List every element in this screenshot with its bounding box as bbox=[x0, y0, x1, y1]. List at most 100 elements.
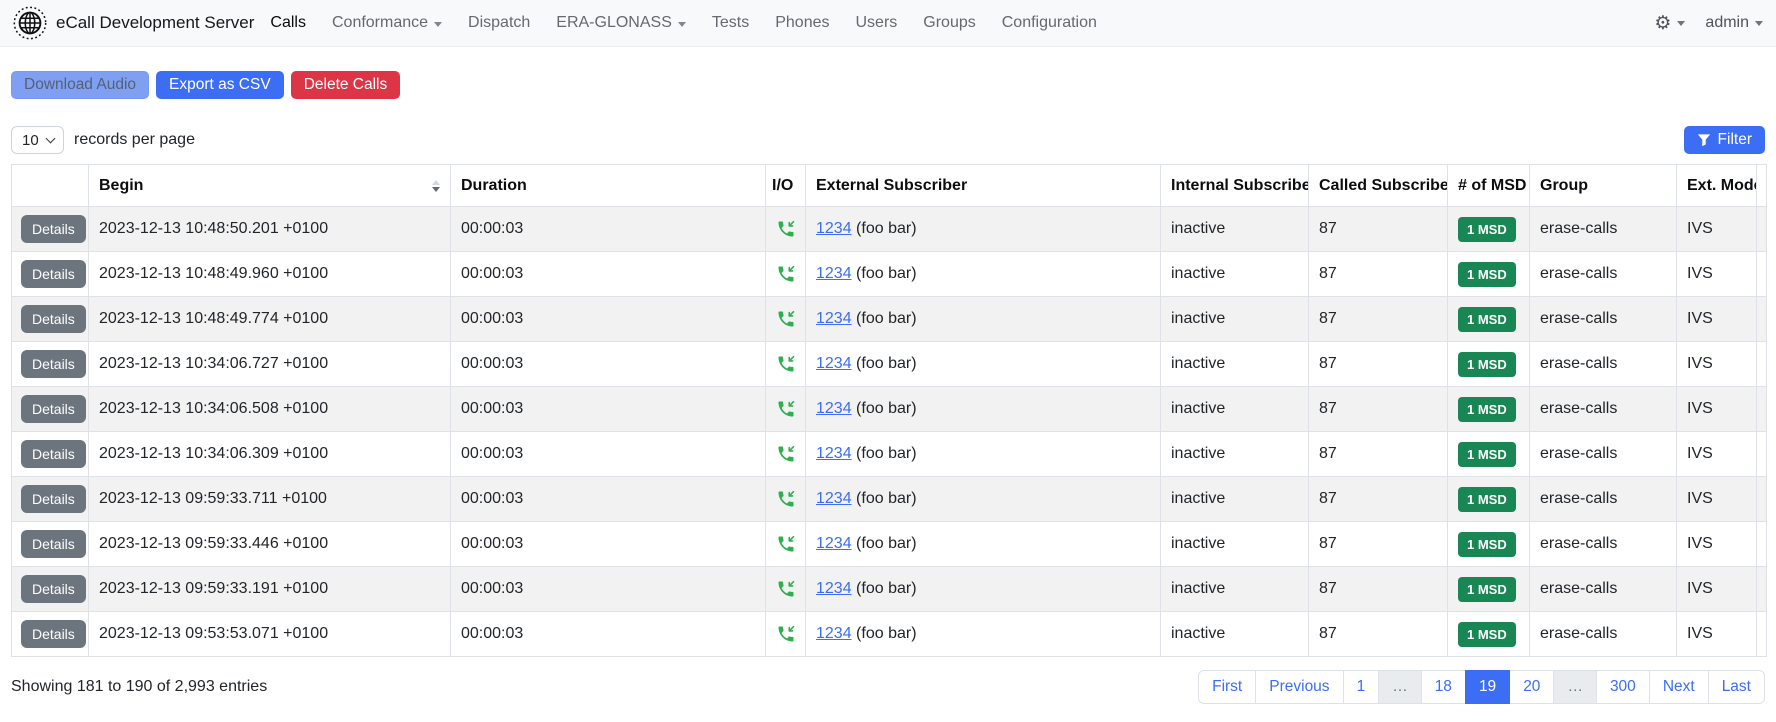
filter-button[interactable]: Filter bbox=[1684, 126, 1765, 154]
filler-cell bbox=[1757, 567, 1767, 612]
nav-item-conformance[interactable]: Conformance bbox=[319, 4, 455, 42]
records-per-page-label: records per page bbox=[74, 131, 195, 149]
delete-calls-button[interactable]: Delete Calls bbox=[291, 71, 401, 99]
details-button[interactable]: Details bbox=[21, 575, 86, 603]
ext-mode-cell: IVS bbox=[1677, 207, 1757, 252]
incoming-call-icon bbox=[776, 534, 796, 554]
ext-mode-column-header[interactable]: Ext. Mode bbox=[1677, 165, 1757, 207]
msd-badge: 1 MSD bbox=[1458, 397, 1516, 422]
details-cell: Details bbox=[12, 567, 89, 612]
duration-cell: 00:00:03 bbox=[451, 612, 766, 657]
details-cell: Details bbox=[12, 342, 89, 387]
nav-item-calls[interactable]: Calls bbox=[257, 4, 319, 42]
group-cell: erase-calls bbox=[1530, 207, 1677, 252]
details-cell: Details bbox=[12, 297, 89, 342]
page-300[interactable]: 300 bbox=[1596, 670, 1650, 704]
io-cell bbox=[766, 342, 806, 387]
page-next[interactable]: Next bbox=[1649, 670, 1709, 704]
msd-badge: 1 MSD bbox=[1458, 577, 1516, 602]
external-subscriber-link[interactable]: 1234 bbox=[816, 445, 852, 462]
called-subscriber-column-header[interactable]: Called Subscriber bbox=[1309, 165, 1448, 207]
details-button[interactable]: Details bbox=[21, 485, 86, 513]
called-subscriber-cell: 87 bbox=[1309, 477, 1448, 522]
table-footer: Showing 181 to 190 of 2,993 entries Firs… bbox=[11, 670, 1765, 704]
page-size-select[interactable]: 10 bbox=[11, 126, 64, 154]
external-subscriber-link[interactable]: 1234 bbox=[816, 490, 852, 507]
page-18[interactable]: 18 bbox=[1421, 670, 1466, 704]
io-cell bbox=[766, 387, 806, 432]
external-subscriber-link[interactable]: 1234 bbox=[816, 625, 852, 642]
nav-item-era-glonass[interactable]: ERA-GLONASS bbox=[543, 4, 699, 42]
duration-column-header[interactable]: Duration bbox=[451, 165, 766, 207]
settings-menu[interactable]: ⚙ bbox=[1654, 14, 1685, 33]
page-20[interactable]: 20 bbox=[1509, 670, 1554, 704]
begin-cell: 2023-12-13 10:34:06.309 +0100 bbox=[89, 432, 451, 477]
group-column-header[interactable]: Group bbox=[1530, 165, 1677, 207]
begin-column-header[interactable]: Begin bbox=[89, 165, 451, 207]
group-cell: erase-calls bbox=[1530, 342, 1677, 387]
details-button[interactable]: Details bbox=[21, 350, 86, 378]
nav-item-users[interactable]: Users bbox=[842, 4, 910, 42]
internal-subscriber-column-header[interactable]: Internal Subscriber bbox=[1161, 165, 1309, 207]
page-19[interactable]: 19 bbox=[1465, 670, 1510, 704]
details-button[interactable]: Details bbox=[21, 620, 86, 648]
page-previous[interactable]: Previous bbox=[1255, 670, 1343, 704]
details-button[interactable]: Details bbox=[21, 395, 86, 423]
called-subscriber-cell: 87 bbox=[1309, 387, 1448, 432]
page-ellipsis: … bbox=[1553, 670, 1597, 704]
external-subscriber-link[interactable]: 1234 bbox=[816, 400, 852, 417]
funnel-icon bbox=[1697, 133, 1711, 147]
table-body: Details 2023-12-13 10:48:50.201 +0100 00… bbox=[12, 207, 1767, 657]
external-subscriber-name: (foo bar) bbox=[856, 580, 916, 597]
user-menu[interactable]: admin bbox=[1705, 14, 1763, 32]
details-button[interactable]: Details bbox=[21, 530, 86, 558]
external-subscriber-link[interactable]: 1234 bbox=[816, 355, 852, 372]
details-button[interactable]: Details bbox=[21, 440, 86, 468]
filler-cell bbox=[1757, 387, 1767, 432]
external-subscriber-cell: 1234 (foo bar) bbox=[806, 297, 1161, 342]
nav-item-phones[interactable]: Phones bbox=[762, 4, 842, 42]
nav-item-configuration[interactable]: Configuration bbox=[989, 4, 1110, 42]
page-first[interactable]: First bbox=[1198, 670, 1256, 704]
external-subscriber-name: (foo bar) bbox=[856, 265, 916, 282]
begin-cell: 2023-12-13 10:34:06.727 +0100 bbox=[89, 342, 451, 387]
io-cell bbox=[766, 297, 806, 342]
export-csv-button[interactable]: Export as CSV bbox=[156, 71, 284, 99]
external-subscriber-column-header[interactable]: External Subscriber bbox=[806, 165, 1161, 207]
called-subscriber-cell: 87 bbox=[1309, 522, 1448, 567]
details-button[interactable]: Details bbox=[21, 260, 86, 288]
external-subscriber-link[interactable]: 1234 bbox=[816, 535, 852, 552]
details-button[interactable]: Details bbox=[21, 305, 86, 333]
msd-column-header[interactable]: # of MSD bbox=[1448, 165, 1530, 207]
details-button[interactable]: Details bbox=[21, 215, 86, 243]
duration-cell: 00:00:03 bbox=[451, 252, 766, 297]
external-subscriber-link[interactable]: 1234 bbox=[816, 265, 852, 282]
internal-subscriber-cell: inactive bbox=[1161, 477, 1309, 522]
table-header-row: Begin Duration I/O External Subscriber I… bbox=[12, 165, 1767, 207]
brand[interactable]: eCall Development Server bbox=[13, 6, 254, 40]
msd-cell: 1 MSD bbox=[1448, 522, 1530, 567]
external-subscriber-name: (foo bar) bbox=[856, 400, 916, 417]
external-subscriber-link[interactable]: 1234 bbox=[816, 220, 852, 237]
page-1[interactable]: 1 bbox=[1343, 670, 1380, 704]
external-subscriber-link[interactable]: 1234 bbox=[816, 310, 852, 327]
filler-cell bbox=[1757, 432, 1767, 477]
external-subscriber-name: (foo bar) bbox=[856, 535, 916, 552]
table-row: Details 2023-12-13 09:59:33.446 +0100 00… bbox=[12, 522, 1767, 567]
chevron-down-icon bbox=[1677, 21, 1685, 26]
external-subscriber-name: (foo bar) bbox=[856, 445, 916, 462]
nav-item-groups[interactable]: Groups bbox=[910, 4, 988, 42]
msd-cell: 1 MSD bbox=[1448, 567, 1530, 612]
nav-item-dispatch[interactable]: Dispatch bbox=[455, 4, 543, 42]
external-subscriber-name: (foo bar) bbox=[856, 625, 916, 642]
io-column-header[interactable]: I/O bbox=[766, 165, 806, 207]
internal-subscriber-cell: inactive bbox=[1161, 387, 1309, 432]
pagination: FirstPrevious1…181920…300NextLast bbox=[1198, 670, 1765, 704]
download-audio-button[interactable]: Download Audio bbox=[11, 71, 149, 99]
nav-item-tests[interactable]: Tests bbox=[699, 4, 762, 42]
msd-badge: 1 MSD bbox=[1458, 487, 1516, 512]
msd-cell: 1 MSD bbox=[1448, 387, 1530, 432]
external-subscriber-link[interactable]: 1234 bbox=[816, 580, 852, 597]
page-last[interactable]: Last bbox=[1708, 670, 1765, 704]
msd-cell: 1 MSD bbox=[1448, 432, 1530, 477]
